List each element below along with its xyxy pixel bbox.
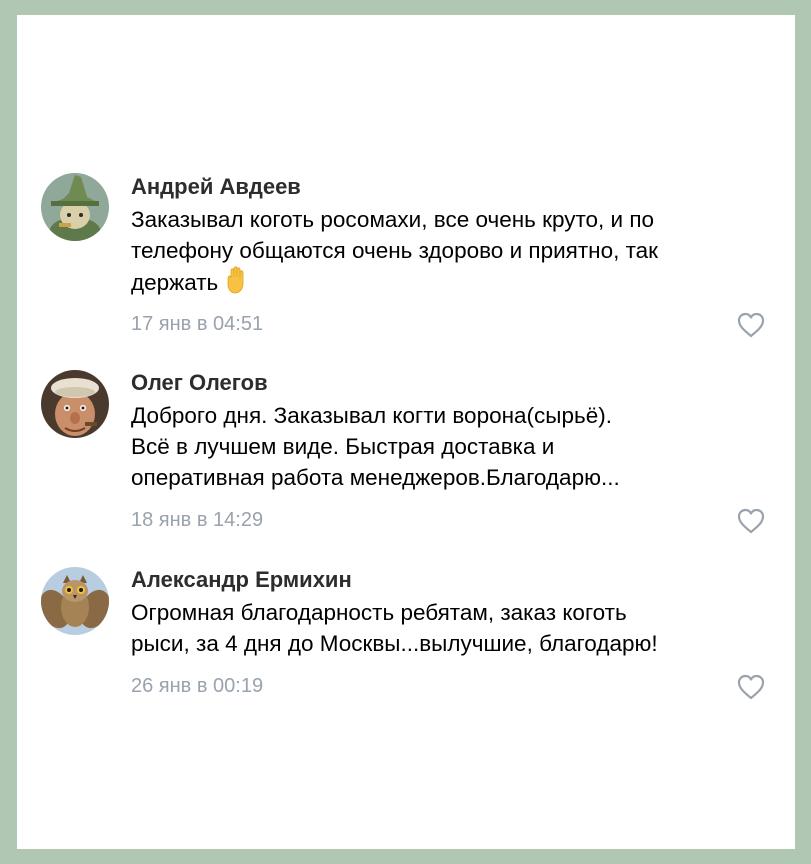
comment-text-line: рыси, за 4 дня до Москвы...вылучшие, бла… <box>131 631 658 656</box>
like-button[interactable] <box>735 311 767 339</box>
old-man-avatar-icon <box>41 370 109 438</box>
comment-text-line: телефону общаются очень здорово и приятн… <box>131 235 781 266</box>
comment-text-line: оперативная работа менеджеров.Благодарю.… <box>131 465 620 490</box>
heart-outline-icon <box>737 312 765 338</box>
comment-author[interactable]: Александр Ермихин <box>131 567 352 593</box>
like-button[interactable] <box>735 673 767 701</box>
comment-text-line: Заказывал коготь росомахи, все очень кру… <box>131 207 655 232</box>
comment-text: Заказывал коготь росомахи, все очень кру… <box>131 204 781 302</box>
comment-author[interactable]: Андрей Авдеев <box>131 174 301 200</box>
heart-outline-icon <box>737 674 765 700</box>
comment-date[interactable]: 17 янв в 04:51 <box>131 313 263 336</box>
avatar[interactable] <box>41 567 109 635</box>
comments-panel: Андрей Авдеев Заказывал коготь росомахи,… <box>17 15 795 849</box>
snufkin-avatar-icon <box>41 173 109 241</box>
owl-avatar-icon <box>41 567 109 635</box>
avatar[interactable] <box>41 370 109 438</box>
comment-text: Доброго дня. Заказывал когти ворона(сырь… <box>131 400 781 493</box>
comment-text-line: держать <box>131 266 781 302</box>
comment-date[interactable]: 26 янв в 00:19 <box>131 675 263 698</box>
comment-text-line-content: телефону общаются очень здорово и приятн… <box>131 238 658 263</box>
comment-author[interactable]: Олег Олегов <box>131 370 268 396</box>
heart-outline-icon <box>737 508 765 534</box>
comment-text-line-content: держать <box>131 270 219 295</box>
comment-text-line: Огромная благодарность ребятам, заказ ко… <box>131 600 627 625</box>
comment-date[interactable]: 18 янв в 14:29 <box>131 509 263 532</box>
raised-hand-emoji <box>222 266 250 302</box>
comment-text-line: Всё в лучшем виде. Быстрая доставка и <box>131 434 555 459</box>
comment-text-line: Доброго дня. Заказывал когти ворона(сырь… <box>131 403 612 428</box>
comment-text: Огромная благодарность ребятам, заказ ко… <box>131 597 781 659</box>
like-button[interactable] <box>735 507 767 535</box>
avatar[interactable] <box>41 173 109 241</box>
